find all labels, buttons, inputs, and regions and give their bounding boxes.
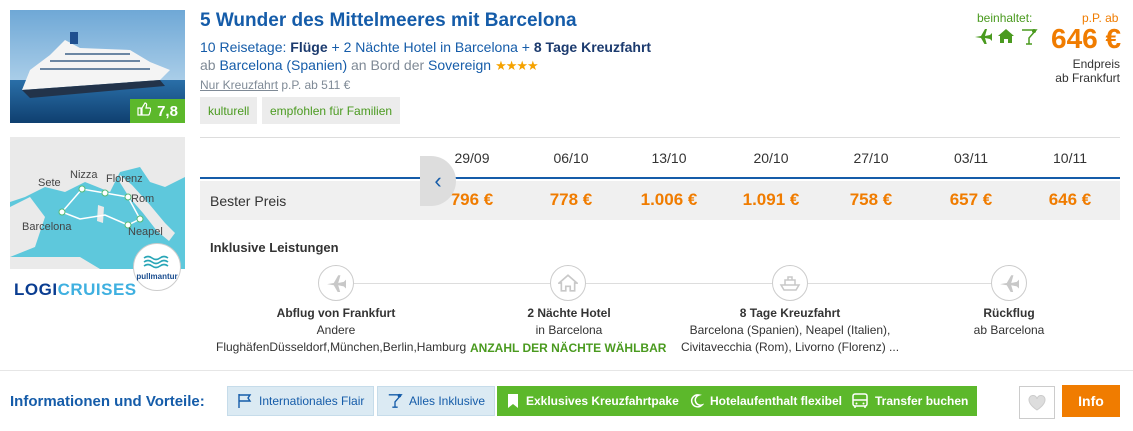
main-price: 646 € [1051,23,1122,54]
price-cell[interactable]: 646 € [1030,190,1110,210]
bookmark-icon [508,394,518,408]
plane-icon [318,265,354,301]
date-cell[interactable]: 20/10 [731,150,811,166]
star-rating: ★★★★ [495,58,539,73]
date-cell[interactable]: 13/10 [629,150,709,166]
tag-family: empfohlen für Familien [262,97,401,124]
map-label-rom: Rom [131,193,155,205]
cocktail-icon [388,393,403,408]
ship-icon [772,265,808,301]
date-cell[interactable]: 03/11 [931,150,1011,166]
date-cell[interactable]: 06/10 [531,150,611,166]
choose-nights-link[interactable]: ANZAHL DER NÄCHTE WÄHLBAR [470,341,666,355]
house-icon [998,29,1014,43]
chip-flexible-hotel[interactable]: Hotelaufenthalt flexibel [679,386,852,416]
price-cell[interactable]: 758 € [831,190,911,210]
price-cell[interactable]: 778 € [531,190,611,210]
final-price-note: Endpreis ab Frankfurt [1055,57,1120,85]
plane-icon [991,265,1027,301]
outbound-flight-block: Abflug von Frankfurt Andere FlughäfenDüs… [216,306,467,354]
map-label-florenz: Florenz [106,173,143,185]
chip-book-transfer[interactable]: Transfer buchen [842,386,978,416]
thumbs-up-icon [137,102,152,120]
tag-cultural: kulturell [200,97,258,124]
benefits-title: Informationen und Vorteile: [10,393,205,410]
includes-icons [974,28,1038,46]
bus-icon [852,393,868,408]
moon-icon [690,394,704,408]
offer-ship-line: ab Barcelona (Spanien) an Bord der Sover… [200,57,539,73]
best-price-label: Bester Preis [210,193,287,209]
favorite-button[interactable] [1019,386,1055,419]
offer-summary: 10 Reisetage: Flüge + 2 Nächte Hotel in … [200,39,652,55]
date-cell[interactable]: 10/11 [1030,150,1110,166]
ship-photo[interactable]: 7,8 [10,10,185,123]
price-cell[interactable]: 1.091 € [731,190,811,210]
hotel-icon [550,265,586,301]
return-flight-block: Rückflug ab Barcelona [973,306,1045,337]
date-cell[interactable]: 27/10 [831,150,911,166]
map-label-neapel: Neapel [128,226,163,238]
includes-label: beinhaltet: [977,11,1033,25]
logicruises-logo: LOGICRUISES [14,280,137,299]
timeline-line [330,283,1010,284]
chevron-left-icon: ‹ [434,168,442,193]
hotel-block: 2 Nächte Hotel in Barcelona [527,306,611,337]
rating-value: 7,8 [157,102,178,120]
map-label-nizza: Nizza [70,169,98,181]
divider [0,370,1133,371]
info-button[interactable]: Info [1062,385,1120,417]
offer-title[interactable]: 5 Wunder des Mittelmeeres mit Barcelona [200,10,577,32]
chip-international-flair[interactable]: Internationales Flair [227,386,375,416]
cruise-only-link[interactable]: Nur Kreuzfahrt [200,78,278,92]
chip-all-inclusive[interactable]: Alles Inklusive [377,386,496,416]
plane-icon [975,29,992,44]
cocktail-icon [1022,29,1038,45]
cruise-block: 8 Tage Kreuzfahrt Barcelona (Spanien), N… [680,306,900,354]
map-label-barcelona: Barcelona [22,221,72,233]
price-cell[interactable]: 1.006 € [629,190,709,210]
map-label-sete: Sete [38,177,61,189]
operator-logo: pullmantur [133,243,181,291]
chip-exclusive-package[interactable]: Exklusives Kreuzfahrtpaket [497,386,692,416]
cruise-only-line: Nur Kreuzfahrt p.P. ab 511 € [200,78,351,92]
inclusive-heading: Inklusive Leistungen [210,240,339,255]
waves-icon [143,255,169,268]
price-cell[interactable]: 657 € [931,190,1011,210]
rating-badge: 7,8 [130,99,185,123]
heart-icon [1028,394,1046,411]
flag-icon [238,394,252,408]
